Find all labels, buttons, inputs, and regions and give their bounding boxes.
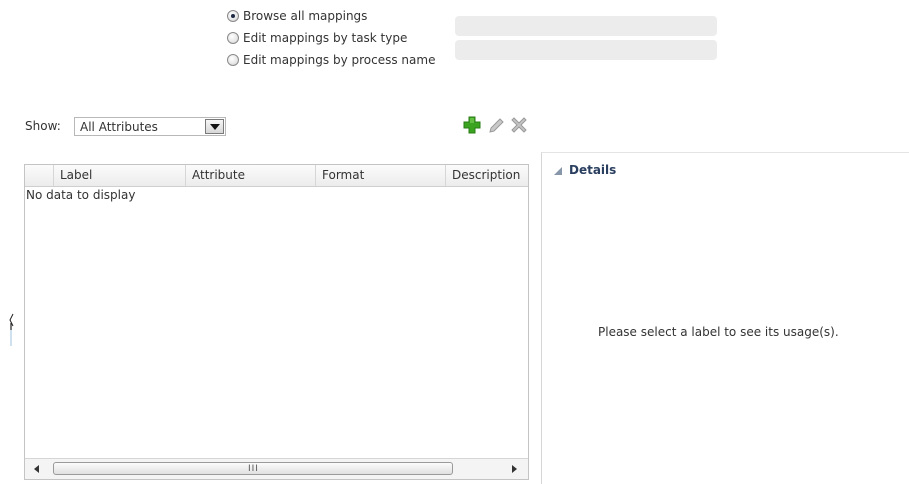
details-panel: Details Please select a label to see its…	[541, 152, 909, 484]
radio-label-browse-all: Browse all mappings	[243, 9, 368, 23]
column-header-description[interactable]: Description	[445, 165, 530, 186]
collapse-triangle-icon[interactable]	[554, 167, 562, 175]
show-label: Show:	[25, 119, 61, 133]
column-header-text: Attribute	[192, 168, 245, 182]
process-name-field-disabled	[455, 40, 717, 60]
radio-by-task-type[interactable]: Edit mappings by task type	[227, 29, 407, 47]
details-title[interactable]: Details	[569, 163, 616, 177]
row-selector-header	[25, 165, 53, 186]
radio-button[interactable]	[227, 32, 239, 44]
delete-icon[interactable]	[509, 115, 529, 135]
column-header-text: Label	[60, 168, 93, 182]
column-header-format[interactable]: Format	[315, 165, 445, 186]
radio-label-by-task-type: Edit mappings by task type	[243, 31, 408, 45]
task-type-field-disabled	[455, 16, 717, 36]
radio-button[interactable]	[227, 54, 239, 66]
scroll-left-icon[interactable]	[34, 465, 39, 473]
add-icon[interactable]	[462, 115, 482, 135]
splitter-handle[interactable]	[8, 312, 16, 348]
horizontal-scrollbar[interactable]: III	[25, 458, 528, 479]
empty-table-message: No data to display	[26, 188, 136, 202]
radio-browse-all[interactable]: Browse all mappings	[227, 7, 367, 25]
radio-by-process-name[interactable]: Edit mappings by process name	[227, 51, 435, 69]
column-header-label[interactable]: Label	[53, 165, 185, 186]
column-header-attribute[interactable]: Attribute	[185, 165, 315, 186]
scrollbar-thumb[interactable]: III	[53, 462, 453, 475]
scrollbar-grip: III	[248, 464, 259, 474]
table-header: Label Attribute Format Description	[25, 165, 528, 187]
dropdown-arrow-icon[interactable]	[205, 119, 224, 134]
details-empty-message: Please select a label to see its usage(s…	[598, 325, 839, 339]
column-header-text: Description	[452, 168, 521, 182]
column-header-text: Format	[322, 168, 365, 182]
show-attributes-select[interactable]: All Attributes	[74, 117, 226, 136]
select-value: All Attributes	[80, 120, 158, 134]
mappings-table: Label Attribute Format Description No da…	[24, 164, 529, 480]
scroll-right-icon[interactable]	[512, 465, 517, 473]
radio-button-selected[interactable]	[227, 10, 239, 22]
edit-icon[interactable]	[486, 115, 506, 135]
radio-label-by-process-name: Edit mappings by process name	[243, 53, 436, 67]
